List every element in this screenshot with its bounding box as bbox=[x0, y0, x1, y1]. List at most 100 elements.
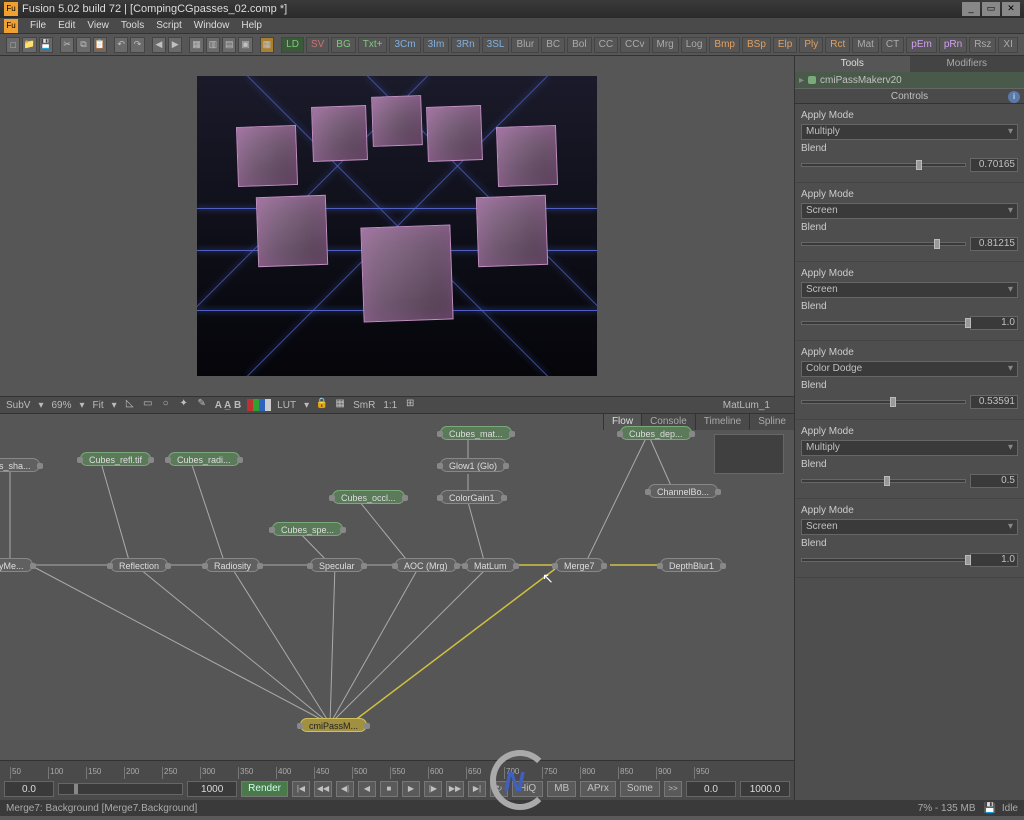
fit-button[interactable]: Fit bbox=[91, 400, 106, 411]
tab-modifiers[interactable]: Modifiers bbox=[910, 56, 1024, 72]
range-start-input[interactable] bbox=[4, 781, 54, 797]
tool-cc[interactable]: CC bbox=[594, 37, 618, 53]
blend-slider[interactable] bbox=[801, 558, 966, 562]
zoom-label[interactable]: 69% bbox=[50, 400, 74, 411]
redo-button[interactable]: ↷ bbox=[130, 37, 144, 53]
node-colorgain[interactable]: ColorGain1 bbox=[440, 490, 504, 504]
controls-header[interactable]: Controls i bbox=[795, 88, 1024, 104]
node-channelbool[interactable]: ChannelBo... bbox=[648, 484, 718, 498]
apply-mode-dropdown[interactable]: Color Dodge▾ bbox=[801, 361, 1018, 377]
prev-button[interactable]: ◀ bbox=[152, 37, 166, 53]
blend-slider[interactable] bbox=[801, 400, 966, 404]
poly-icon[interactable]: ◺ bbox=[123, 398, 137, 412]
apply-mode-dropdown[interactable]: Screen▾ bbox=[801, 282, 1018, 298]
tab-tools[interactable]: Tools bbox=[795, 56, 910, 72]
menu-tools[interactable]: Tools bbox=[115, 20, 150, 31]
stop-button[interactable]: ■ bbox=[380, 781, 398, 797]
blend-value[interactable]: 1.0 bbox=[970, 553, 1018, 567]
node-occl-loader[interactable]: Cubes_occl... bbox=[332, 490, 405, 504]
tool-3cm[interactable]: 3Cm bbox=[389, 37, 420, 53]
subview-label[interactable]: SubV bbox=[4, 400, 32, 411]
paint-icon[interactable]: ✎ bbox=[195, 398, 209, 412]
some-button[interactable]: Some bbox=[620, 781, 660, 797]
apply-mode-dropdown[interactable]: Multiply▾ bbox=[801, 124, 1018, 140]
play-button[interactable]: ▶ bbox=[402, 781, 420, 797]
skip-button[interactable]: >> bbox=[664, 781, 682, 797]
blend-value[interactable]: 0.70165 bbox=[970, 158, 1018, 172]
range-end-input[interactable] bbox=[187, 781, 237, 797]
tool-mrg[interactable]: Mrg bbox=[652, 37, 679, 53]
apply-mode-dropdown[interactable]: Screen▾ bbox=[801, 203, 1018, 219]
tool-bc[interactable]: BC bbox=[541, 37, 565, 53]
prev-key-button[interactable]: ◀◀ bbox=[314, 781, 332, 797]
node-yme[interactable]: yMe... bbox=[0, 558, 33, 572]
node-radi-loader[interactable]: Cubes_radi... bbox=[168, 452, 240, 466]
flow-navigator[interactable] bbox=[714, 434, 784, 474]
menu-file[interactable]: File bbox=[24, 20, 52, 31]
node-spec-loader[interactable]: Cubes_spe... bbox=[272, 522, 343, 536]
next-frame-button[interactable]: |▶ bbox=[424, 781, 442, 797]
tool-ct[interactable]: CT bbox=[881, 37, 904, 53]
next-key-button[interactable]: ▶▶ bbox=[446, 781, 464, 797]
close-button[interactable]: ✕ bbox=[1002, 2, 1020, 16]
tool-rct[interactable]: Rct bbox=[825, 37, 850, 53]
undo-button[interactable]: ↶ bbox=[114, 37, 128, 53]
menu-script[interactable]: Script bbox=[150, 20, 188, 31]
tool-bol[interactable]: Bol bbox=[567, 37, 591, 53]
tool-bsp[interactable]: BSp bbox=[742, 37, 771, 53]
blend-slider[interactable] bbox=[801, 321, 966, 325]
blend-value[interactable]: 0.81215 bbox=[970, 237, 1018, 251]
node-mat-loader[interactable]: Cubes_mat... bbox=[440, 426, 512, 440]
tool-3im[interactable]: 3Im bbox=[423, 37, 450, 53]
time-slider[interactable] bbox=[58, 783, 183, 795]
tool-ccv[interactable]: CCv bbox=[620, 37, 649, 53]
first-frame-button[interactable]: |◀ bbox=[292, 781, 310, 797]
blend-slider[interactable] bbox=[801, 242, 966, 246]
prev-frame-button[interactable]: ◀| bbox=[336, 781, 354, 797]
new-button[interactable]: □ bbox=[6, 37, 20, 53]
minimize-button[interactable]: _ bbox=[962, 2, 980, 16]
range-end2-input[interactable] bbox=[740, 781, 790, 797]
tool-sv[interactable]: SV bbox=[306, 37, 329, 53]
lut-button[interactable]: LUT bbox=[275, 400, 298, 411]
bins-button[interactable]: ▦ bbox=[260, 37, 274, 53]
menu-view[interactable]: View bbox=[81, 20, 115, 31]
blend-slider[interactable] bbox=[801, 163, 966, 167]
tool-blur[interactable]: Blur bbox=[511, 37, 539, 53]
tool-txt+[interactable]: Txt+ bbox=[358, 37, 388, 53]
blend-value[interactable]: 0.5 bbox=[970, 474, 1018, 488]
menu-help[interactable]: Help bbox=[235, 20, 268, 31]
channel-colors[interactable] bbox=[247, 399, 271, 411]
blend-value[interactable]: 0.53591 bbox=[970, 395, 1018, 409]
tool-ply[interactable]: Ply bbox=[799, 37, 823, 53]
node-shadow[interactable]: s_sha... bbox=[0, 458, 40, 472]
layout4-button[interactable]: ▣ bbox=[238, 37, 252, 53]
tool-log[interactable]: Log bbox=[681, 37, 708, 53]
node-aoc[interactable]: AOC (Mrg) bbox=[395, 558, 457, 572]
play-back-button[interactable]: ◀ bbox=[358, 781, 376, 797]
flow-view[interactable]: Flow Console Timeline Spline bbox=[0, 414, 794, 760]
paste-button[interactable]: 📋 bbox=[93, 37, 107, 53]
node-dep-loader[interactable]: Cubes_dep... bbox=[620, 426, 692, 440]
next-button[interactable]: ▶ bbox=[168, 37, 182, 53]
node-radiosity[interactable]: Radiosity bbox=[205, 558, 260, 572]
tab-timeline[interactable]: Timeline bbox=[695, 414, 749, 430]
layout2-button[interactable]: ▥ bbox=[206, 37, 220, 53]
viewer[interactable] bbox=[0, 56, 794, 396]
tool-ld[interactable]: LD bbox=[281, 37, 304, 53]
render-button[interactable]: Render bbox=[241, 781, 288, 797]
node-depthblur[interactable]: DepthBlur1 bbox=[660, 558, 723, 572]
cut-button[interactable]: ✂ bbox=[60, 37, 74, 53]
inspector-node-header[interactable]: ▸ cmiPassMakerv20 bbox=[795, 72, 1024, 88]
maximize-button[interactable]: ▭ bbox=[982, 2, 1000, 16]
norm-icon[interactable]: ⊞ bbox=[403, 398, 417, 412]
rect-icon[interactable]: ▭ bbox=[141, 398, 155, 412]
tool-mat[interactable]: Mat bbox=[852, 37, 879, 53]
node-matlum[interactable]: MatLum bbox=[465, 558, 516, 572]
tool-bg[interactable]: BG bbox=[331, 37, 355, 53]
menu-edit[interactable]: Edit bbox=[52, 20, 81, 31]
blend-value[interactable]: 1.0 bbox=[970, 316, 1018, 330]
blend-slider[interactable] bbox=[801, 479, 966, 483]
node-merge7[interactable]: Merge7 bbox=[555, 558, 604, 572]
time-ruler[interactable]: 5010015020025030035040045050055060065070… bbox=[0, 761, 794, 779]
